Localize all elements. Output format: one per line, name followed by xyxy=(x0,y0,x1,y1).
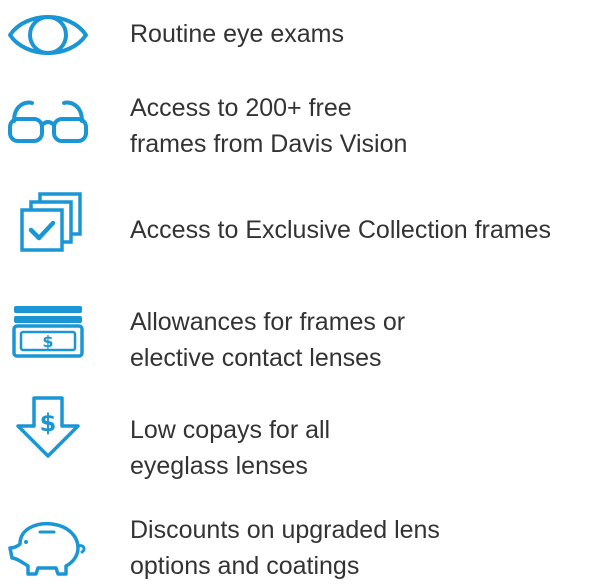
benefit-line: Access to Exclusive Collection frames xyxy=(130,216,551,244)
svg-text:$: $ xyxy=(42,332,53,351)
benefit-line: Access to 200+ free xyxy=(130,94,352,122)
benefit-text: Access to Exclusive Collection frames xyxy=(130,212,595,248)
benefit-text: Low copays for all eyeglass lenses xyxy=(130,412,595,484)
benefit-line: Routine eye exams xyxy=(130,20,345,48)
benefit-text: Allowances for frames or elective contac… xyxy=(130,304,595,376)
benefit-line: Allowances for frames or xyxy=(130,308,406,336)
low-copay-icon: $ xyxy=(4,396,92,458)
piggy-bank-icon xyxy=(4,518,92,578)
benefit-line: eyeglass lenses xyxy=(130,452,308,480)
benefits-list: Routine eye exams Access to 200+ free fr… xyxy=(0,0,595,584)
benefit-line: Low copays for all xyxy=(130,416,331,444)
benefit-line: frames from Davis Vision xyxy=(130,130,408,158)
benefit-line: options and coatings xyxy=(130,552,360,580)
benefit-text: Access to 200+ free frames from Davis Vi… xyxy=(130,90,595,162)
benefit-text: Discounts on upgraded lens options and c… xyxy=(130,512,595,584)
glasses-icon xyxy=(4,91,92,151)
benefit-line: elective contact lenses xyxy=(130,344,382,372)
frames-collection-icon xyxy=(4,192,92,252)
benefit-line: Discounts on upgraded lens xyxy=(130,516,440,544)
eye-icon xyxy=(4,5,92,65)
benefit-text: Routine eye exams xyxy=(130,16,595,52)
money-allowance-icon: $ xyxy=(4,302,92,362)
svg-text:$: $ xyxy=(40,409,57,437)
